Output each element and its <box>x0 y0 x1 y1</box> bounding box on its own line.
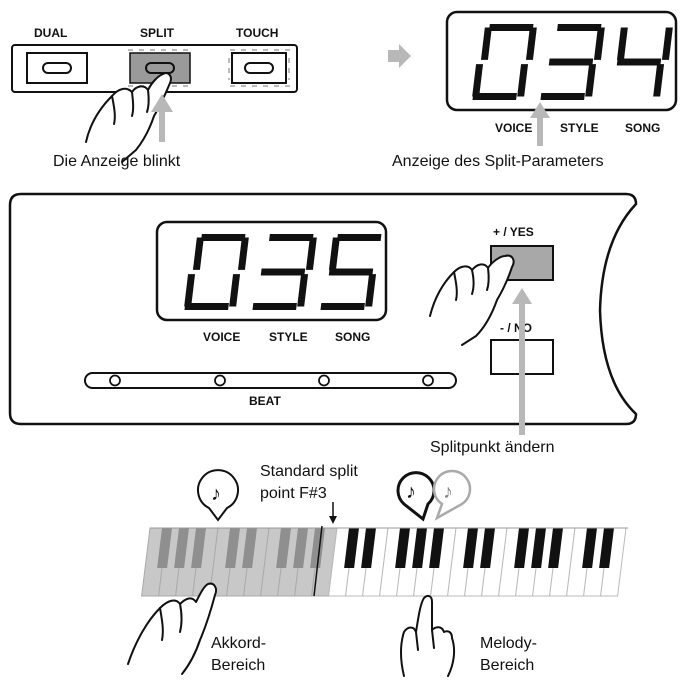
beat-lamp <box>422 374 434 387</box>
digit-segment <box>548 58 594 66</box>
display-main-song-label: SONG <box>335 330 370 344</box>
split-point-arrow-icon <box>329 502 337 524</box>
beat-lamp <box>109 374 121 387</box>
digit-segment <box>337 234 382 241</box>
left-hand-icon <box>127 582 218 675</box>
digit-segment <box>540 93 585 100</box>
left-zone-label-line1: Akkord- <box>211 635 266 652</box>
dual-label: DUAL <box>34 26 67 40</box>
note-bubble-left: ♪ <box>197 469 239 522</box>
transition-arrow-icon <box>388 44 411 68</box>
right-zone-label-line2: Bereich <box>480 657 534 674</box>
digit-segment <box>557 24 602 31</box>
beat-lamp <box>214 374 226 387</box>
keyboard-section: Standard split point F#3 ♪ ♪ ♪ Akkord- B… <box>127 463 628 677</box>
digit-segment <box>616 58 662 66</box>
right-hand-icon <box>400 594 456 677</box>
touch-button[interactable] <box>228 49 290 87</box>
buttons-panel: DUAL SPLIT TOUCH Die Anzeige blinkt <box>11 26 298 170</box>
digit-segment <box>260 268 306 276</box>
left-zone-label-line2: Bereich <box>211 657 265 674</box>
split-label: SPLIT <box>140 26 175 40</box>
main-panel: VOICE STYLE SONG BEAT + / YES - / NO <box>8 192 638 435</box>
display-top-style-label: STYLE <box>560 121 599 135</box>
dual-button[interactable] <box>26 52 88 84</box>
note-bubble-right-light: ♪ <box>432 469 472 521</box>
note-icon: ♪ <box>443 481 453 503</box>
split-point-label-line1: Standard split <box>260 463 358 480</box>
split-point-label-line2: point F#3 <box>260 485 327 502</box>
digit-segment <box>269 234 314 241</box>
digit-segment <box>201 234 246 241</box>
beat-label: BEAT <box>249 394 281 408</box>
change-split-caption: Splitpunkt ändern <box>430 439 555 456</box>
display-main-voice-label: VOICE <box>203 330 240 344</box>
display-top-song-label: SONG <box>625 121 660 135</box>
note-icon: ♪ <box>211 483 221 505</box>
note-icon: ♪ <box>406 481 416 503</box>
yes-label: + / YES <box>493 225 534 239</box>
no-label: - / NO <box>500 321 532 335</box>
digit-segment <box>320 303 365 310</box>
digit-segment <box>328 268 374 276</box>
split-point-diagram: DUAL SPLIT TOUCH Die Anzeige blinkt VOIC… <box>8 10 678 677</box>
digit-segment <box>252 303 297 310</box>
touch-label: TOUCH <box>236 26 278 40</box>
beat-lamp <box>318 374 330 387</box>
note-bubble-right-dark: ♪ <box>396 471 436 522</box>
digit-segment <box>489 24 534 31</box>
display-main-style-label: STYLE <box>269 330 308 344</box>
display-top-voice-label: VOICE <box>495 121 532 135</box>
right-zone-label-line1: Melody- <box>480 635 537 652</box>
split-parameter-caption: Anzeige des Split-Parameters <box>392 153 604 170</box>
blink-caption: Die Anzeige blinkt <box>53 153 181 170</box>
display-top: VOICE STYLE SONG Anzeige des Split-Param… <box>392 10 678 170</box>
